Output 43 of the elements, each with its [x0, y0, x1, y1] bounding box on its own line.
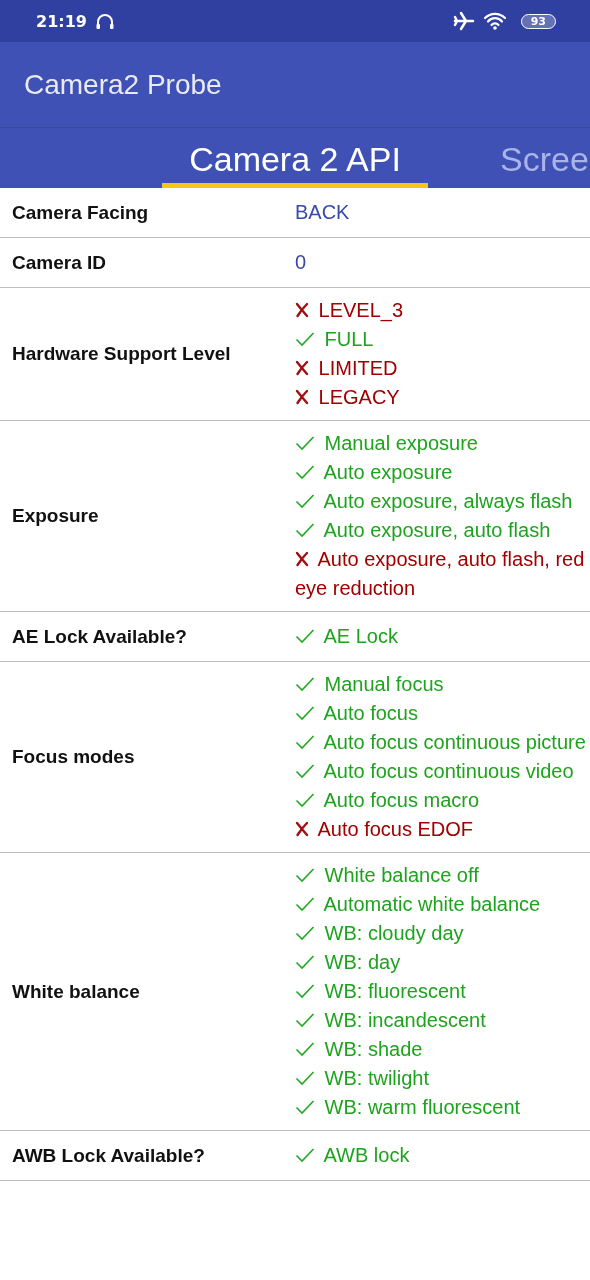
feature-text: Auto focus continuous video	[323, 760, 574, 782]
property-label: Focus modes	[11, 746, 136, 768]
property-label: White balance	[11, 980, 141, 1003]
property-label: Hardware Support Level	[11, 343, 232, 365]
feature-text: Manual exposure	[324, 432, 478, 454]
property-label: Exposure	[11, 505, 100, 527]
feature-text: Auto focus	[323, 702, 418, 724]
wifi-icon	[482, 11, 507, 31]
headphones-icon	[94, 12, 115, 30]
feature-text: Auto exposure, auto flash, red eye reduction	[295, 548, 585, 599]
feature-text: AWB lock	[323, 1144, 410, 1166]
property-label: AE Lock Available?	[11, 625, 188, 648]
app-title: Camera2 Probe	[24, 68, 222, 101]
feature-text: Auto exposure	[323, 461, 453, 483]
feature-text: WB: day	[324, 951, 401, 973]
feature-text: WB: twilight	[324, 1067, 430, 1089]
feature-text: WB: incandescent	[324, 1009, 486, 1031]
feature-text: Auto focus continuous picture	[323, 731, 586, 753]
feature-text: Auto focus EDOF	[317, 818, 474, 840]
airplane-icon	[452, 11, 475, 31]
feature-text: WB: warm fluorescent	[324, 1096, 521, 1118]
feature-text: WB: cloudy day	[324, 922, 464, 944]
feature-text: Auto exposure, auto flash	[323, 519, 551, 541]
property-value: BACK	[295, 201, 350, 223]
feature-text: Auto exposure, always flash	[323, 490, 573, 512]
property-label: Camera Facing	[11, 201, 150, 224]
feature-text: FULL	[324, 328, 374, 350]
clock-time: 21:19	[36, 11, 87, 31]
property-value: 0	[295, 251, 307, 273]
feature-text: Automatic white balance	[323, 893, 541, 915]
feature-text: LEVEL_3	[318, 299, 404, 321]
feature-text: White balance off	[324, 864, 479, 886]
feature-text: WB: shade	[324, 1038, 423, 1060]
feature-text: WB: fluorescent	[324, 980, 466, 1002]
battery-level: 93	[520, 13, 556, 29]
feature-text: LIMITED	[318, 357, 398, 379]
feature-text: Manual focus	[324, 673, 444, 695]
tab[interactable]: Camera 2 API	[162, 128, 428, 188]
property-label: Camera ID	[11, 251, 107, 274]
property-label: AWB Lock Available?	[11, 1144, 206, 1167]
feature-text: AE Lock	[323, 625, 398, 647]
feature-text: Auto focus macro	[323, 789, 480, 811]
feature-text: LEGACY	[318, 386, 400, 408]
